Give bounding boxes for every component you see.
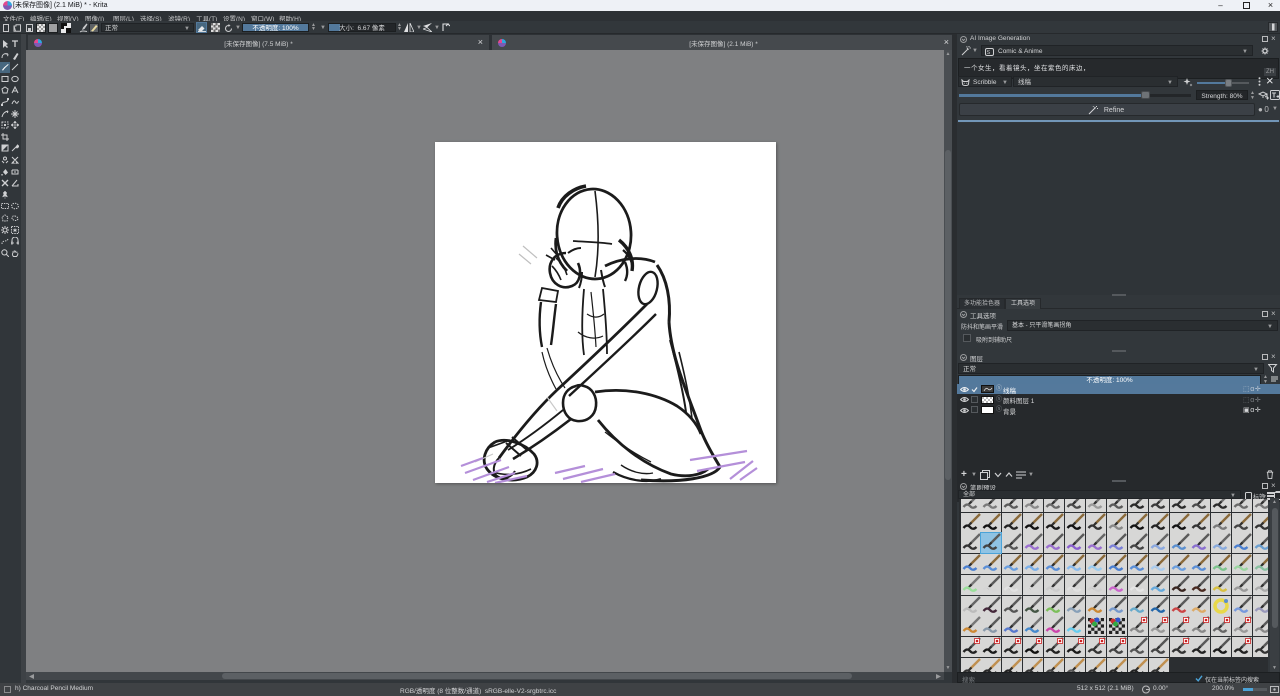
svg-text:S: S <box>987 50 991 56</box>
